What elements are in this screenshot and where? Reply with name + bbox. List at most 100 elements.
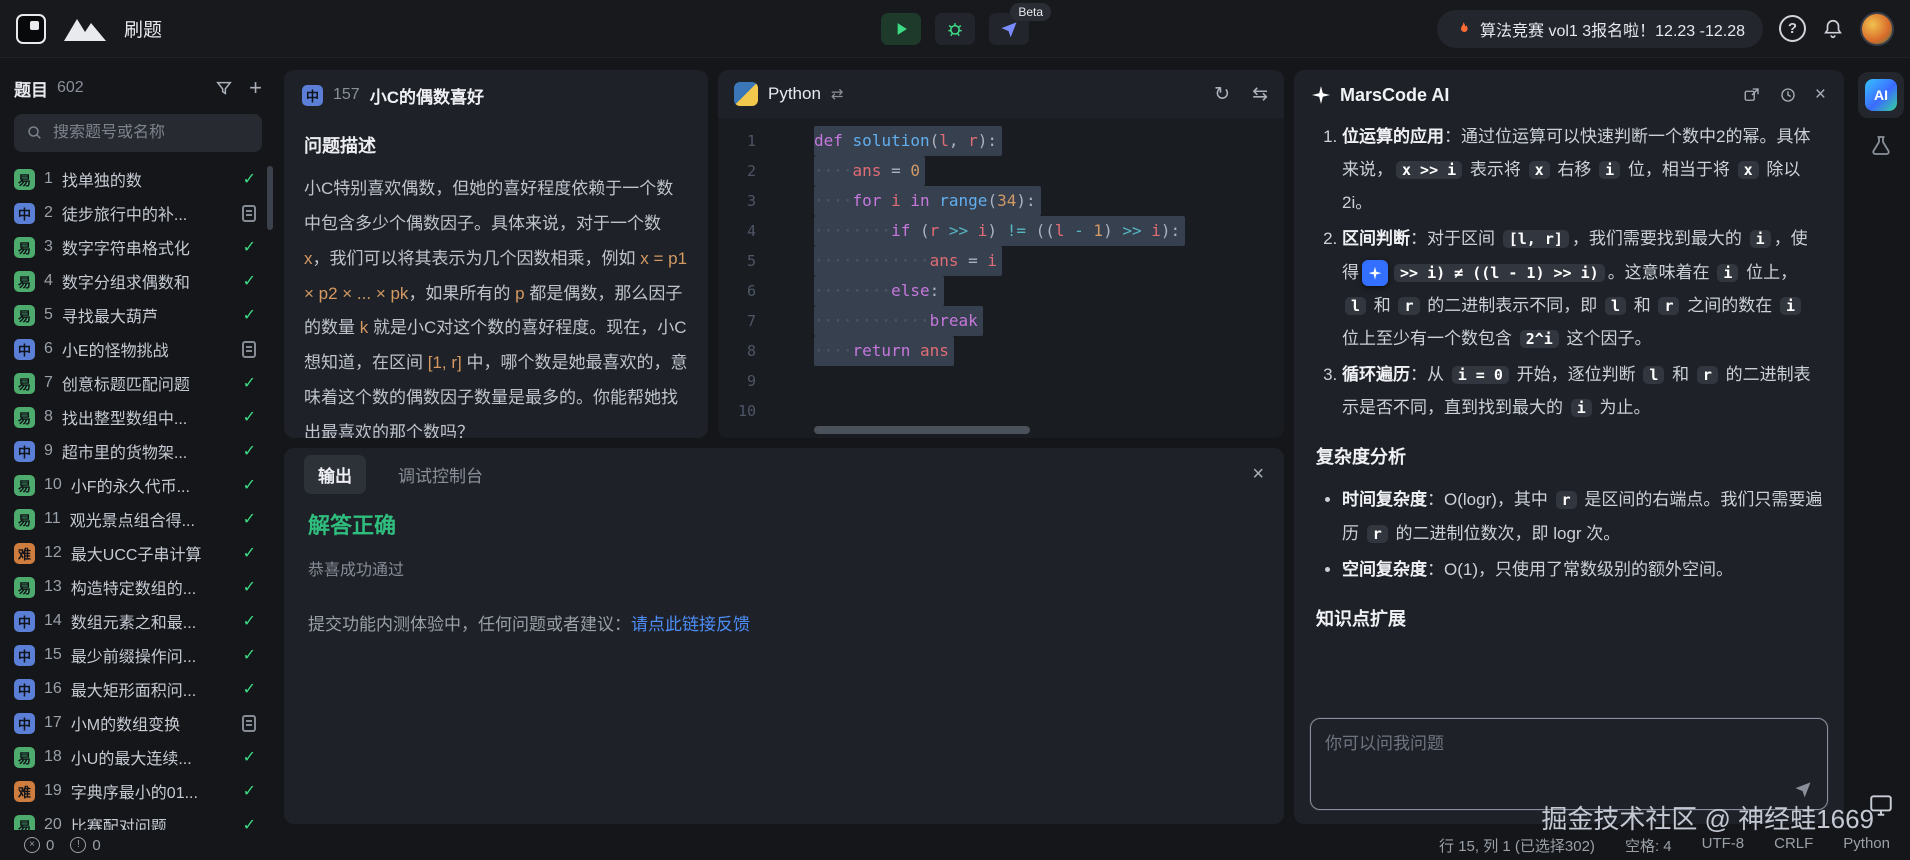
problem-list-item[interactable]: 中6小E的怪物挑战 [14,332,262,366]
complexity-list: 时间复杂度：O(logr)，其中 r 是区间的右端点。我们只需要遍历 r 的二进… [1316,483,1824,585]
language-switch-icon[interactable]: ⇄ [831,85,844,103]
run-button[interactable] [881,13,921,45]
search-icon [26,124,44,142]
reset-code-icon[interactable]: ↻ [1214,83,1230,106]
problem-list-item[interactable]: 中15最少前缀操作问...✓ [14,638,262,672]
indentation-setting[interactable]: 空格: 4 [1625,835,1672,856]
code-line[interactable]: 6········else: [718,276,1284,306]
problem-number: 5 [44,306,53,324]
problem-list-item[interactable]: 易8找出整型数组中...✓ [14,400,262,434]
problem-list-item[interactable]: 易4数字分组求偶数和✓ [14,264,262,298]
campaign-banner[interactable]: 算法竞赛 vol1 3报名啦！12.23 -12.28 [1437,10,1763,48]
problem-list-item[interactable]: 易3数字字符串格式化✓ [14,230,262,264]
tab-output[interactable]: 输出 [304,455,366,494]
ai-assistant-rail-button[interactable]: AI [1858,72,1904,118]
difficulty-badge: 易 [14,373,35,394]
problem-list-item[interactable]: 易11观光景点组合得...✓ [14,502,262,536]
problem-list-item[interactable]: 难19字典序最小的01...✓ [14,774,262,808]
problem-number: 4 [44,272,53,290]
problem-list-item[interactable]: 易20比赛配对问题✓ [14,808,262,830]
line-number: 2 [718,156,778,186]
ai-chat-input[interactable] [1325,729,1774,781]
code-line[interactable]: 9 [718,366,1284,396]
play-icon [891,19,911,39]
submit-button[interactable]: Beta [989,13,1029,45]
problem-number: 16 [44,680,62,698]
right-rail: AI [1852,58,1910,830]
difficulty-badge: 易 [14,407,35,428]
sidebar-scrollbar[interactable] [267,166,273,230]
code-line[interactable]: 4········if (r >> i) != ((l - 1) >> i): [718,216,1284,246]
problem-title: 数字分组求偶数和 [62,269,234,293]
problem-list-item[interactable]: 中17小M的数组变换 [14,706,262,740]
problem-list-item[interactable]: 中9超市里的货物架...✓ [14,434,262,468]
ai-chat-input-box[interactable] [1310,718,1828,810]
debug-button[interactable] [935,13,975,45]
open-in-new-icon[interactable] [1743,86,1761,104]
cursor-position[interactable]: 行 15, 列 1 (已选择302) [1439,835,1595,856]
close-output-icon[interactable]: × [1252,463,1264,486]
search-box[interactable] [14,114,262,152]
problem-list-item[interactable]: 易5寻找最大葫芦✓ [14,298,262,332]
code-line[interactable]: 2····ans = 0 [718,156,1284,186]
problem-title: 最少前缀操作问... [71,643,234,667]
solved-check-icon: ✓ [243,373,262,393]
ai-icon: AI [1865,79,1897,111]
output-panel: 输出 调试控制台 × 解答正确 恭喜成功通过 提交功能内测体验中，任何问题或者建… [284,448,1284,824]
feedback-link[interactable]: 请点此链接反馈 [631,615,750,634]
code-line[interactable]: 7············break [718,306,1284,336]
tab-debug-console[interactable]: 调试控制台 [384,455,497,494]
language-mode[interactable]: Python [1843,835,1890,856]
code-line[interactable]: 1def solution(l, r): [718,126,1284,156]
help-icon[interactable] [1779,15,1806,42]
app-root: 刷题 Beta 算法竞赛 vol1 3报名啦！12.23 -12.28 [0,0,1910,860]
problem-list-item[interactable]: 中14数组元素之和最...✓ [14,604,262,638]
solved-check-icon: ✓ [243,305,262,325]
ai-response: 位运算的应用：通过位运算可以快速判断一个数中2的幂。具体来说，x >> i 表示… [1294,120,1844,708]
format-code-icon[interactable]: ⇆ [1252,83,1268,106]
avatar[interactable] [1860,12,1894,46]
solved-check-icon: ✓ [243,509,262,529]
marscode-mountain-logo-icon[interactable] [62,15,108,43]
problem-list-item[interactable]: 难12最大UCC子串计算✓ [14,536,262,570]
line-number: 1 [718,126,778,156]
difficulty-badge: 中 [14,441,35,462]
code-line[interactable]: 10 [718,396,1284,426]
problem-list-item[interactable]: 易7创意标题匹配问题✓ [14,366,262,400]
solved-check-icon: ✓ [243,543,262,563]
ai-point: 区间判断：对于区间 [l, r]，我们需要找到最大的 i，使得>> i) ≠ (… [1342,222,1824,355]
encoding-setting[interactable]: UTF-8 [1702,835,1745,856]
problem-list-item[interactable]: 易10小F的永久代币...✓ [14,468,262,502]
problem-list-item[interactable]: 易1找单独的数✓ [14,162,262,196]
problem-number: 20 [44,816,62,830]
search-input[interactable] [53,124,250,142]
problems-status[interactable]: ×0 !0 [24,837,101,854]
add-problem-icon[interactable]: + [249,77,262,99]
code-line[interactable]: 8····return ans [718,336,1284,366]
code-line[interactable]: 3····for i in range(34): [718,186,1284,216]
eol-setting[interactable]: CRLF [1774,835,1813,856]
problem-list-item[interactable]: 中16最大矩形面积问...✓ [14,672,262,706]
send-icon[interactable] [1793,779,1813,799]
problem-number: 11 [44,510,61,528]
problem-title: 找出整型数组中... [62,405,234,429]
filter-icon[interactable] [215,79,233,97]
app-logo-icon[interactable] [16,14,46,44]
problem-list-item[interactable]: 易13构造特定数组的...✓ [14,570,262,604]
problem-list: 易1找单独的数✓中2徒步旅行中的补...易3数字字符串格式化✓ 易 4 数字分组求偶数… [14,162,262,830]
editor-horizontal-scrollbar[interactable] [814,426,1030,434]
problem-list-item[interactable]: 中2徒步旅行中的补... [14,196,262,230]
problem-title: 观光景点组合得... [70,507,234,531]
problem-list-item[interactable]: 易18小U的最大连续...✓ [14,740,262,774]
close-ai-icon[interactable]: × [1815,84,1826,106]
history-icon[interactable] [1779,86,1797,104]
problem-title: 小M的数组变换 [71,711,233,735]
code-editor[interactable]: 1def solution(l, r):2····ans = 03····for… [718,118,1284,438]
lab-flask-icon[interactable] [1869,134,1893,158]
problem-title: 构造特定数组的... [71,575,234,599]
solved-check-icon: ✓ [243,577,262,597]
bell-icon[interactable] [1822,18,1844,40]
problem-title: 数字字符串格式化 [62,235,234,259]
marscode-popup-icon[interactable] [1362,260,1388,286]
code-line[interactable]: 5············ans = i [718,246,1284,276]
